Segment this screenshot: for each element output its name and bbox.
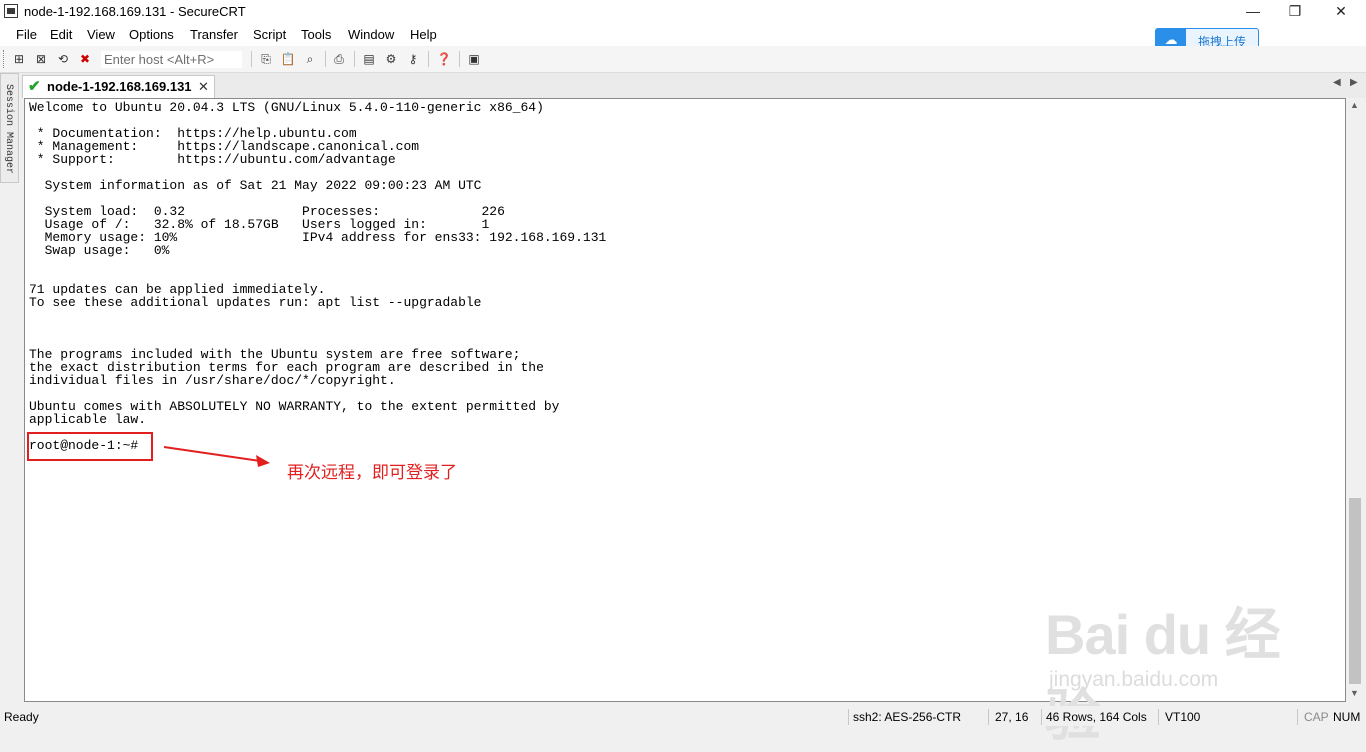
toolbar-separator xyxy=(428,51,429,67)
status-separator xyxy=(848,709,849,725)
reconnect-icon[interactable]: ⟲ xyxy=(55,51,71,67)
find-icon[interactable]: ⌕ xyxy=(302,51,318,67)
keymap-icon[interactable]: ⚷ xyxy=(405,51,421,67)
connected-check-icon: ✔ xyxy=(28,78,41,95)
toolbar-separator xyxy=(325,51,326,67)
scroll-up-arrow-icon[interactable]: ▲ xyxy=(1350,100,1359,110)
terminal-scrollbar[interactable]: ▲ ▼ xyxy=(1346,98,1364,702)
maximize-button[interactable]: ❐ xyxy=(1272,0,1318,24)
menu-file[interactable]: File xyxy=(16,27,37,42)
toolbar-separator xyxy=(354,51,355,67)
terminal-line: Welcome to Ubuntu 20.04.3 LTS (GNU/Linux… xyxy=(29,100,544,115)
minimize-button[interactable]: — xyxy=(1230,0,1276,24)
scrollbar-thumb[interactable] xyxy=(1349,498,1361,684)
session-manager-label: Session Manager xyxy=(3,84,14,175)
menu-view[interactable]: View xyxy=(87,27,115,42)
status-encryption: ssh2: AES-256-CTR xyxy=(853,710,962,724)
menu-options[interactable]: Options xyxy=(129,27,174,42)
session-tab-label: node-1-192.168.169.131 xyxy=(47,79,192,94)
terminal-line: applicable law. xyxy=(29,412,147,427)
menu-help[interactable]: Help xyxy=(410,27,437,42)
terminal-line: To see these additional updates run: apt… xyxy=(29,295,482,310)
close-button[interactable]: ✕ xyxy=(1318,0,1364,24)
toolbar-grip[interactable] xyxy=(3,50,7,68)
status-separator xyxy=(1041,709,1042,725)
tab-scroll-right-icon[interactable]: ▶ xyxy=(1350,77,1358,88)
menu-window[interactable]: Window xyxy=(348,27,394,42)
status-ready: Ready xyxy=(4,710,39,724)
paste-icon[interactable]: 📋 xyxy=(280,51,296,67)
close-tab-icon[interactable]: ✕ xyxy=(198,79,209,95)
annotation-text: 再次远程，即可登录了 xyxy=(287,463,457,482)
status-emulation: VT100 xyxy=(1165,710,1201,724)
connect-icon[interactable]: ⊠ xyxy=(33,51,49,67)
session-tab-node-1[interactable]: ✔ node-1-192.168.169.131 ✕ xyxy=(22,75,215,98)
menu-script[interactable]: Script xyxy=(253,27,286,42)
print-icon[interactable]: ⎙ xyxy=(331,51,347,67)
session-tab-strip: ✔ node-1-192.168.169.131 ✕ ◀ ▶ xyxy=(21,73,1366,98)
terminal-line: System information as of Sat 21 May 2022… xyxy=(29,178,482,193)
sftp-icon[interactable]: ▣ xyxy=(466,51,482,67)
terminal-line: Swap usage: 0% xyxy=(29,243,170,258)
title-bar: node-1-192.168.169.131 - SecureCRT — ❐ ✕ xyxy=(0,0,1366,24)
toolbar-separator xyxy=(251,51,252,67)
status-separator xyxy=(1297,709,1298,725)
annotation-arrow xyxy=(163,446,270,467)
session-options-icon[interactable]: ▤ xyxy=(361,51,377,67)
terminal-line: individual files in /usr/share/doc/*/cop… xyxy=(29,373,396,388)
scroll-down-arrow-icon[interactable]: ▼ xyxy=(1350,688,1359,698)
help-icon[interactable]: ❓ xyxy=(436,51,452,67)
status-separator xyxy=(988,709,989,725)
status-dimensions: 46 Rows, 164 Cols xyxy=(1046,710,1147,724)
enter-host-input[interactable] xyxy=(101,51,242,68)
status-caps-lock: CAP xyxy=(1304,710,1329,724)
terminal-line: * Support: https://ubuntu.com/advantage xyxy=(29,152,396,167)
menu-tools[interactable]: Tools xyxy=(301,27,331,42)
quick-connect-icon[interactable]: ⊞ xyxy=(11,51,27,67)
copy-icon[interactable]: ⎘ xyxy=(258,51,274,67)
menu-transfer[interactable]: Transfer xyxy=(190,27,238,42)
status-num-lock: NUM xyxy=(1333,710,1361,724)
toolbar-separator xyxy=(459,51,460,67)
securecrt-app-icon xyxy=(4,4,18,18)
status-bar: Ready ssh2: AES-256-CTR 27, 16 46 Rows, … xyxy=(0,706,1366,726)
menu-edit[interactable]: Edit xyxy=(50,27,72,42)
status-separator xyxy=(1158,709,1159,725)
disconnect-icon[interactable]: ✖ xyxy=(77,51,93,67)
prompt-highlight-box xyxy=(27,432,153,461)
session-manager-tab[interactable]: Session Manager xyxy=(0,73,19,183)
terminal-output[interactable]: Welcome to Ubuntu 20.04.3 LTS (GNU/Linux… xyxy=(24,98,1346,702)
status-cursor-position: 27, 16 xyxy=(995,710,1029,724)
window-title: node-1-192.168.169.131 - SecureCRT xyxy=(24,4,246,19)
tab-scroll-left-icon[interactable]: ◀ xyxy=(1333,77,1341,88)
global-options-icon[interactable]: ⚙ xyxy=(383,51,399,67)
